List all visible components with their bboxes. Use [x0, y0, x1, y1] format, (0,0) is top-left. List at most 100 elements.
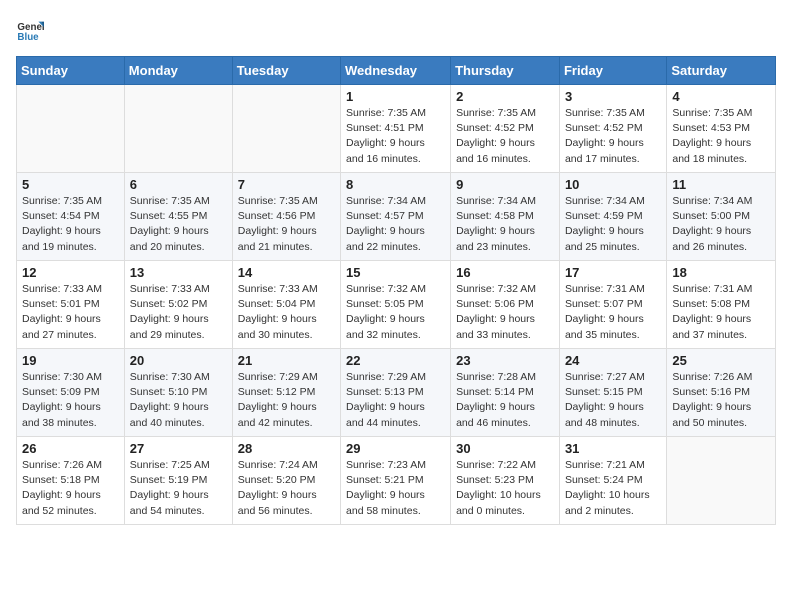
day-number: 4: [672, 89, 770, 104]
day-info: Sunrise: 7:25 AM Sunset: 5:19 PM Dayligh…: [130, 458, 227, 519]
day-info: Sunrise: 7:34 AM Sunset: 5:00 PM Dayligh…: [672, 194, 770, 255]
day-number: 27: [130, 441, 227, 456]
calendar-cell: [232, 85, 340, 173]
calendar-cell: 26 Sunrise: 7:26 AM Sunset: 5:18 PM Dayli…: [17, 437, 125, 525]
day-info: Sunrise: 7:29 AM Sunset: 5:12 PM Dayligh…: [238, 370, 335, 431]
day-info: Sunrise: 7:23 AM Sunset: 5:21 PM Dayligh…: [346, 458, 445, 519]
calendar-cell: 13 Sunrise: 7:33 AM Sunset: 5:02 PM Dayli…: [124, 261, 232, 349]
calendar-cell: 29 Sunrise: 7:23 AM Sunset: 5:21 PM Dayli…: [341, 437, 451, 525]
day-number: 15: [346, 265, 445, 280]
calendar-cell: 20Sunrise: 7:30 AM Sunset: 5:10 PM Dayli…: [124, 349, 232, 437]
day-info: Sunrise: 7:30 AM Sunset: 5:09 PM Dayligh…: [22, 370, 119, 431]
calendar-cell: 11 Sunrise: 7:34 AM Sunset: 5:00 PM Dayli…: [667, 173, 776, 261]
day-number: 19: [22, 353, 119, 368]
day-number: 18: [672, 265, 770, 280]
day-info: Sunrise: 7:24 AM Sunset: 5:20 PM Dayligh…: [238, 458, 335, 519]
calendar-cell: 17 Sunrise: 7:31 AM Sunset: 5:07 PM Dayli…: [559, 261, 666, 349]
day-info: Sunrise: 7:35 AM Sunset: 4:53 PM Dayligh…: [672, 106, 770, 167]
calendar-cell: 9Sunrise: 7:34 AM Sunset: 4:58 PM Daylig…: [451, 173, 560, 261]
day-number: 28: [238, 441, 335, 456]
day-number: 5: [22, 177, 119, 192]
day-number: 12: [22, 265, 119, 280]
day-info: Sunrise: 7:32 AM Sunset: 5:05 PM Dayligh…: [346, 282, 445, 343]
calendar-cell: 12 Sunrise: 7:33 AM Sunset: 5:01 PM Dayli…: [17, 261, 125, 349]
day-number: 23: [456, 353, 554, 368]
day-of-week-header: Wednesday: [341, 57, 451, 85]
day-number: 2: [456, 89, 554, 104]
calendar-header-row: SundayMondayTuesdayWednesdayThursdayFrid…: [17, 57, 776, 85]
calendar-week-row: 1 Sunrise: 7:35 AM Sunset: 4:51 PM Daylig…: [17, 85, 776, 173]
day-number: 16: [456, 265, 554, 280]
calendar-cell: [667, 437, 776, 525]
day-info: Sunrise: 7:27 AM Sunset: 5:15 PM Dayligh…: [565, 370, 661, 431]
day-info: Sunrise: 7:31 AM Sunset: 5:07 PM Dayligh…: [565, 282, 661, 343]
day-number: 10: [565, 177, 661, 192]
calendar-cell: 22 Sunrise: 7:29 AM Sunset: 5:13 PM Dayli…: [341, 349, 451, 437]
calendar-cell: 15 Sunrise: 7:32 AM Sunset: 5:05 PM Dayli…: [341, 261, 451, 349]
calendar-cell: 27 Sunrise: 7:25 AM Sunset: 5:19 PM Dayli…: [124, 437, 232, 525]
day-number: 11: [672, 177, 770, 192]
day-info: Sunrise: 7:31 AM Sunset: 5:08 PM Dayligh…: [672, 282, 770, 343]
day-info: Sunrise: 7:26 AM Sunset: 5:16 PM Dayligh…: [672, 370, 770, 431]
calendar-cell: 16 Sunrise: 7:32 AM Sunset: 5:06 PM Dayli…: [451, 261, 560, 349]
day-info: Sunrise: 7:32 AM Sunset: 5:06 PM Dayligh…: [456, 282, 554, 343]
calendar-cell: 2 Sunrise: 7:35 AM Sunset: 4:52 PM Daylig…: [451, 85, 560, 173]
day-info: Sunrise: 7:33 AM Sunset: 5:01 PM Dayligh…: [22, 282, 119, 343]
day-info: Sunrise: 7:29 AM Sunset: 5:13 PM Dayligh…: [346, 370, 445, 431]
calendar-table: SundayMondayTuesdayWednesdayThursdayFrid…: [16, 56, 776, 525]
day-info: Sunrise: 7:34 AM Sunset: 4:58 PM Dayligh…: [456, 194, 554, 255]
day-number: 30: [456, 441, 554, 456]
day-of-week-header: Tuesday: [232, 57, 340, 85]
day-of-week-header: Thursday: [451, 57, 560, 85]
day-number: 6: [130, 177, 227, 192]
calendar-cell: 23 Sunrise: 7:28 AM Sunset: 5:14 PM Dayli…: [451, 349, 560, 437]
day-number: 31: [565, 441, 661, 456]
day-number: 17: [565, 265, 661, 280]
calendar-week-row: 19 Sunrise: 7:30 AM Sunset: 5:09 PM Dayli…: [17, 349, 776, 437]
calendar-week-row: 5Sunrise: 7:35 AM Sunset: 4:54 PM Daylig…: [17, 173, 776, 261]
calendar-week-row: 26 Sunrise: 7:26 AM Sunset: 5:18 PM Dayli…: [17, 437, 776, 525]
day-info: Sunrise: 7:35 AM Sunset: 4:55 PM Dayligh…: [130, 194, 227, 255]
calendar-cell: 4 Sunrise: 7:35 AM Sunset: 4:53 PM Daylig…: [667, 85, 776, 173]
page-header: General Blue: [16, 16, 776, 44]
day-number: 26: [22, 441, 119, 456]
day-number: 13: [130, 265, 227, 280]
logo-icon: General Blue: [16, 16, 44, 44]
day-number: 29: [346, 441, 445, 456]
day-info: Sunrise: 7:28 AM Sunset: 5:14 PM Dayligh…: [456, 370, 554, 431]
day-info: Sunrise: 7:33 AM Sunset: 5:04 PM Dayligh…: [238, 282, 335, 343]
calendar-cell: 6 Sunrise: 7:35 AM Sunset: 4:55 PM Daylig…: [124, 173, 232, 261]
day-number: 8: [346, 177, 445, 192]
day-number: 1: [346, 89, 445, 104]
calendar-cell: 10 Sunrise: 7:34 AM Sunset: 4:59 PM Dayli…: [559, 173, 666, 261]
day-info: Sunrise: 7:34 AM Sunset: 4:57 PM Dayligh…: [346, 194, 445, 255]
day-info: Sunrise: 7:22 AM Sunset: 5:23 PM Dayligh…: [456, 458, 554, 519]
day-info: Sunrise: 7:26 AM Sunset: 5:18 PM Dayligh…: [22, 458, 119, 519]
day-number: 21: [238, 353, 335, 368]
day-number: 14: [238, 265, 335, 280]
day-of-week-header: Monday: [124, 57, 232, 85]
calendar-cell: 18 Sunrise: 7:31 AM Sunset: 5:08 PM Dayli…: [667, 261, 776, 349]
day-info: Sunrise: 7:35 AM Sunset: 4:51 PM Dayligh…: [346, 106, 445, 167]
day-of-week-header: Friday: [559, 57, 666, 85]
calendar-cell: 30 Sunrise: 7:22 AM Sunset: 5:23 PM Dayli…: [451, 437, 560, 525]
calendar-cell: 25Sunrise: 7:26 AM Sunset: 5:16 PM Dayli…: [667, 349, 776, 437]
calendar-week-row: 12 Sunrise: 7:33 AM Sunset: 5:01 PM Dayli…: [17, 261, 776, 349]
day-of-week-header: Sunday: [17, 57, 125, 85]
logo: General Blue: [16, 16, 48, 44]
day-number: 22: [346, 353, 445, 368]
calendar-cell: 7 Sunrise: 7:35 AM Sunset: 4:56 PM Daylig…: [232, 173, 340, 261]
day-info: Sunrise: 7:35 AM Sunset: 4:56 PM Dayligh…: [238, 194, 335, 255]
calendar-cell: 28 Sunrise: 7:24 AM Sunset: 5:20 PM Dayli…: [232, 437, 340, 525]
day-info: Sunrise: 7:35 AM Sunset: 4:52 PM Dayligh…: [565, 106, 661, 167]
calendar-cell: 8 Sunrise: 7:34 AM Sunset: 4:57 PM Daylig…: [341, 173, 451, 261]
calendar-cell: [17, 85, 125, 173]
day-info: Sunrise: 7:35 AM Sunset: 4:52 PM Dayligh…: [456, 106, 554, 167]
day-number: 20: [130, 353, 227, 368]
svg-text:Blue: Blue: [17, 32, 39, 43]
day-info: Sunrise: 7:33 AM Sunset: 5:02 PM Dayligh…: [130, 282, 227, 343]
day-info: Sunrise: 7:34 AM Sunset: 4:59 PM Dayligh…: [565, 194, 661, 255]
day-number: 7: [238, 177, 335, 192]
calendar-cell: [124, 85, 232, 173]
calendar-cell: 21 Sunrise: 7:29 AM Sunset: 5:12 PM Dayli…: [232, 349, 340, 437]
